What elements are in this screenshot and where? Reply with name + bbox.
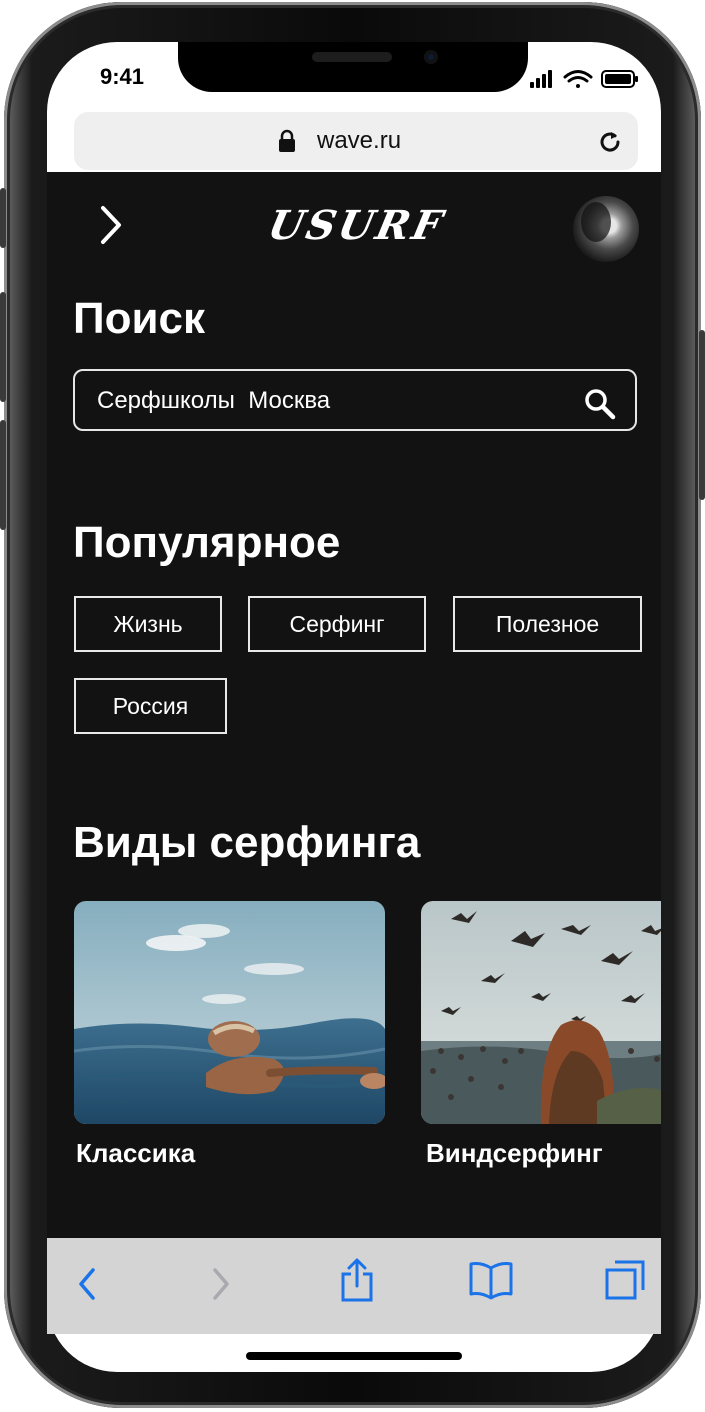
home-indicator[interactable] <box>246 1352 462 1360</box>
surf-types-heading: Виды серфинга <box>73 818 421 867</box>
search-input[interactable]: Серфшколы Москва <box>73 369 637 431</box>
tag-chip[interactable]: Россия <box>74 678 227 734</box>
surf-card-windsurf[interactable] <box>421 901 661 1124</box>
site-logo[interactable]: USURF <box>264 202 449 249</box>
back-arrow-icon[interactable] <box>75 1264 99 1304</box>
volume-up-button <box>0 292 6 402</box>
lock-icon <box>279 129 295 152</box>
wifi-icon <box>563 70 593 88</box>
url-text: wave.ru <box>317 127 402 154</box>
reload-icon[interactable] <box>596 128 624 156</box>
mute-switch <box>0 188 6 248</box>
signal-icon <box>530 70 552 88</box>
card-title-windsurf[interactable]: Виндсерфинг <box>426 1138 603 1169</box>
battery-icon <box>601 70 638 88</box>
speaker <box>312 52 392 62</box>
status-icons <box>530 70 638 88</box>
surf-card-classic[interactable] <box>74 901 385 1124</box>
phone-frame: 9:41 wave.ru USURF Поиск Серфшколы Москв… <box>0 0 705 1412</box>
user-avatar[interactable] <box>573 196 639 262</box>
tag-chip[interactable]: Серфинг <box>248 596 426 652</box>
front-camera <box>424 50 438 64</box>
tag-chip[interactable]: Жизнь <box>74 596 222 652</box>
chevron-right-icon[interactable] <box>99 204 123 246</box>
popular-heading: Популярное <box>73 518 341 567</box>
search-icon[interactable] <box>583 387 617 421</box>
forward-arrow-icon[interactable] <box>209 1264 233 1304</box>
surf-photo-windsurf <box>421 901 661 1124</box>
tabs-icon[interactable] <box>603 1258 647 1302</box>
address-bar[interactable]: wave.ru <box>74 112 638 170</box>
tag-chip[interactable]: Полезное <box>453 596 642 652</box>
bookmarks-icon[interactable] <box>467 1260 515 1300</box>
share-icon[interactable] <box>339 1256 375 1304</box>
notch <box>178 42 528 92</box>
volume-down-button <box>0 420 6 530</box>
card-title-classic[interactable]: Классика <box>76 1138 195 1169</box>
search-heading: Поиск <box>73 294 206 343</box>
status-time: 9:41 <box>100 64 145 89</box>
search-query: Серфшколы Москва <box>97 387 331 414</box>
surf-photo-classic <box>74 901 385 1124</box>
power-button <box>699 330 705 500</box>
web-page: USURF Поиск Серфшколы Москва Популярное … <box>47 172 661 1238</box>
browser-toolbar <box>47 1238 661 1334</box>
